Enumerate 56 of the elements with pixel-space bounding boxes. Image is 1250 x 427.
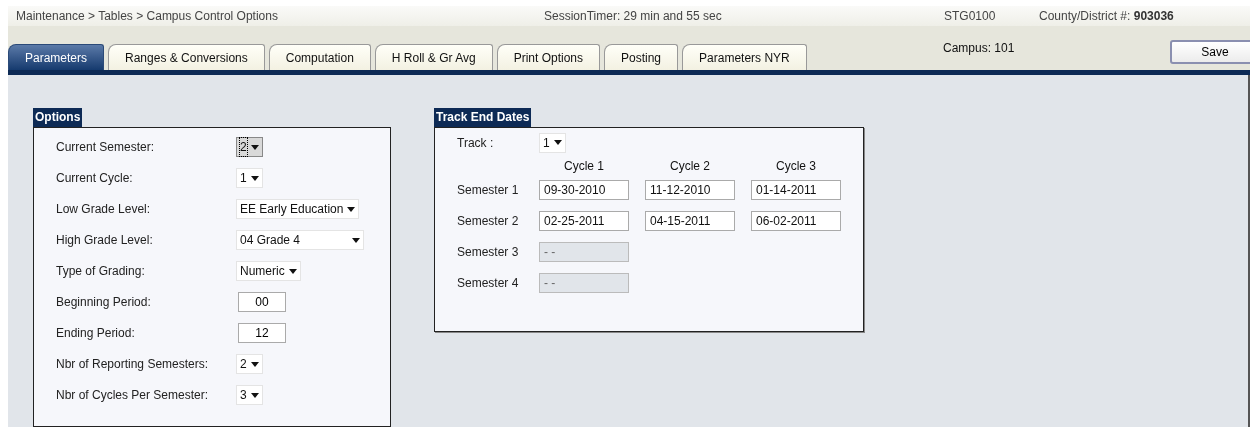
date-field[interactable]: 11-12-2010 [645,180,735,201]
date-field[interactable]: 06-02-2011 [751,211,841,232]
field-label: Track : [457,135,495,152]
save-button[interactable]: Save [1170,40,1250,65]
dropdown[interactable]: 1 [539,133,566,153]
row-label: Semester 3 [457,244,520,262]
field-label: Beginning Period: [56,294,152,312]
column-header: Cycle 3 [775,158,817,175]
server-name: STG0100 [944,8,997,26]
field-label: Current Semester: [56,139,156,157]
panel-title: Track End Dates [434,108,532,127]
field-label: Nbr of Reporting Semesters: [56,356,210,374]
caret-icon [553,140,562,146]
field-label: Low Grade Level: [56,201,152,219]
row-label: Semester 1 [457,182,520,200]
date-field[interactable]: 04-15-2011 [645,211,735,232]
dropdown[interactable]: 3 [236,385,263,406]
date-field[interactable]: 09-30-2010 [539,180,629,201]
input-field[interactable]: 00 [238,292,286,313]
session-timer: SessionTimer: 29 min and 55 sec [544,8,723,26]
dropdown[interactable]: 04 Grade 4 [236,230,364,251]
column-header: Cycle 1 [563,158,605,175]
field-label: High Grade Level: [56,232,154,250]
tab[interactable]: Parameters [8,44,105,71]
row-label: Semester 4 [457,275,520,293]
panel-title: Options [33,108,83,127]
dropdown[interactable]: 1 [236,168,263,189]
tab[interactable]: Computation [268,44,371,71]
dropdown[interactable]: 2 [236,354,263,375]
column-header: Cycle 2 [669,158,711,175]
row-label: Semester 2 [457,213,520,231]
caret-icon [250,393,259,398]
caret-icon [250,362,259,367]
dropdown[interactable]: EE Early Education [236,199,360,220]
caret-icon [288,269,297,274]
dropdown[interactable]: 2 [236,137,263,158]
district-number: County/District #: 903036 [1039,8,1174,26]
tab[interactable]: Parameters NYR [682,44,807,71]
tab[interactable]: Print Options [496,44,600,71]
field-label: Ending Period: [56,325,136,343]
field-label: Current Cycle: [56,170,134,188]
tab[interactable]: H Roll & Gr Avg [374,44,493,71]
date-field[interactable]: 01-14-2011 [751,180,841,201]
caret-icon [347,207,356,212]
breadcrumb: Maintenance > Tables > Campus Control Options [16,8,279,26]
caret-icon [250,145,259,150]
caret-icon [250,176,259,181]
campus-label: Campus: 101 [943,40,1015,58]
date-field[interactable]: 02-25-2011 [539,211,629,232]
tab[interactable]: Ranges & Conversions [108,44,265,71]
field-label: Type of Grading: [56,263,146,281]
input-field[interactable]: 12 [238,323,286,344]
dropdown[interactable]: Numeric [236,261,301,282]
caret-icon [352,238,360,243]
tab[interactable]: Posting [604,44,679,71]
field-label: Nbr of Cycles Per Semester: [56,387,210,405]
